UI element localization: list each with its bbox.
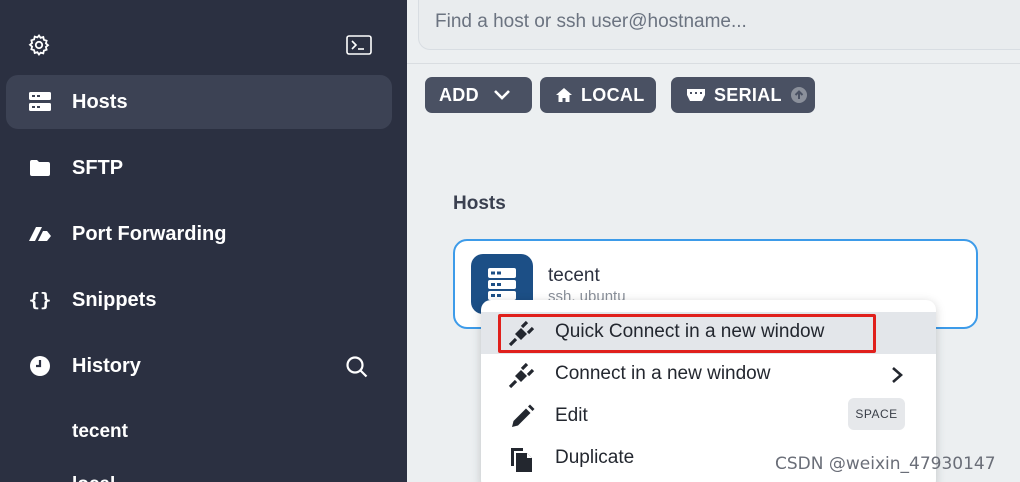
- folder-icon: [28, 156, 52, 180]
- shortcut-badge: SPACE: [848, 398, 905, 430]
- gear-icon[interactable]: [27, 33, 51, 57]
- watermark: CSDN @weixin_47930147: [775, 454, 996, 474]
- add-button[interactable]: ADD: [425, 77, 532, 113]
- sidebar-item-sftp[interactable]: SFTP: [6, 141, 392, 195]
- sidebar-item-label: Port Forwarding: [72, 222, 227, 245]
- search-bar: [418, 0, 1020, 50]
- serial-button-label: SERIAL: [714, 84, 782, 105]
- duplicate-icon: [511, 448, 532, 472]
- sidebar-top: [0, 0, 407, 75]
- menu-item-label: Edit: [555, 405, 588, 426]
- menu-item-label: Connect in a new window: [555, 363, 771, 384]
- host-name: tecent: [548, 265, 600, 286]
- sidebar-item-hosts[interactable]: Hosts: [6, 75, 392, 129]
- port-forwarding-icon: [28, 222, 52, 246]
- sidebar-item-history[interactable]: History: [6, 339, 392, 393]
- serial-button[interactable]: SERIAL: [671, 77, 815, 113]
- local-button[interactable]: LOCAL: [540, 77, 656, 113]
- plug-icon: [508, 362, 535, 389]
- local-button-label: LOCAL: [581, 84, 645, 105]
- terminal-icon[interactable]: [346, 35, 372, 55]
- serial-port-icon: [687, 89, 705, 101]
- add-button-label: ADD: [439, 84, 479, 105]
- menu-item-connect-new-window[interactable]: Connect in a new window: [481, 354, 936, 396]
- divider: [407, 63, 1020, 64]
- braces-icon: {}: [28, 289, 52, 311]
- menu-item-edit[interactable]: Edit SPACE: [481, 396, 936, 438]
- menu-item-label: Duplicate: [555, 447, 635, 468]
- hosts-icon: [28, 90, 52, 114]
- sidebar-item-label: Snippets: [72, 288, 157, 311]
- home-icon: [556, 88, 572, 102]
- sidebar-item-label: History: [72, 354, 141, 377]
- search-input[interactable]: [435, 8, 995, 36]
- history-entry[interactable]: tecent: [72, 421, 128, 443]
- section-title: Hosts: [453, 193, 506, 214]
- clock-icon: [28, 354, 52, 378]
- history-entry[interactable]: local: [72, 474, 115, 482]
- chevron-right-icon: [892, 367, 903, 383]
- chevron-down-icon: [493, 90, 510, 100]
- highlight-box: [498, 314, 876, 353]
- sidebar-item-label: SFTP: [72, 156, 124, 179]
- sidebar-item-port-forwarding[interactable]: Port Forwarding: [6, 207, 392, 261]
- search-icon[interactable]: [344, 354, 370, 380]
- sidebar: Hosts SFTP Port Forwarding {} Snippets H…: [0, 0, 407, 482]
- upgrade-icon: [790, 87, 807, 103]
- sidebar-item-snippets[interactable]: {} Snippets: [6, 273, 392, 327]
- sidebar-item-label: Hosts: [72, 90, 128, 113]
- pencil-icon: [512, 404, 535, 427]
